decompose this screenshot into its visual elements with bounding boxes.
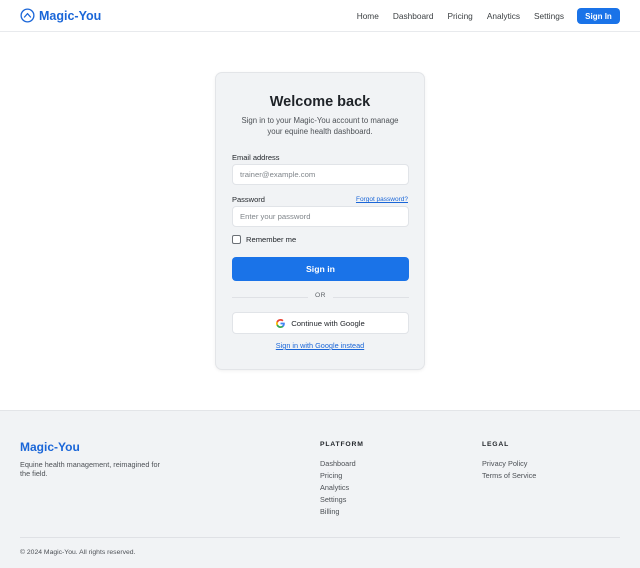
footer-link-pricing[interactable]: Pricing	[320, 471, 364, 483]
main-nav: Home Dashboard Pricing Analytics Setting…	[357, 8, 620, 24]
remember-me-label: Remember me	[246, 235, 297, 244]
footer-copyright: © 2024 Magic-You. All rights reserved.	[20, 549, 136, 556]
footer-legal-heading: LEGAL	[482, 441, 510, 448]
forgot-password-link[interactable]: Forgot password?	[356, 196, 408, 203]
top-nav-bar: Magic-You Home Dashboard Pricing Analyti…	[0, 0, 640, 32]
footer-brand: Magic-You	[20, 440, 80, 454]
remember-me-row[interactable]: Remember me	[232, 235, 296, 244]
nav-link-analytics[interactable]: Analytics	[487, 11, 520, 21]
card-subtitle: Sign in to your Magic-You account to man…	[241, 116, 399, 136]
footer-tagline: Equine health management, reimagined for…	[20, 460, 160, 478]
footer-divider	[20, 537, 620, 538]
continue-with-google-button[interactable]: Continue with Google	[232, 312, 409, 334]
card-title: Welcome back	[269, 94, 371, 110]
divider-line-right	[333, 297, 409, 298]
brand-logo-icon	[20, 8, 35, 23]
sign-in-with-google-link[interactable]: Sign in with Google instead	[216, 341, 424, 350]
site-footer: Magic-You Equine health management, reim…	[0, 410, 640, 568]
header-sign-in-button[interactable]: Sign In	[577, 8, 620, 24]
nav-link-pricing[interactable]: Pricing	[447, 11, 472, 21]
footer-link-analytics[interactable]: Analytics	[320, 483, 364, 495]
footer-link-billing[interactable]: Billing	[320, 507, 364, 519]
email-input[interactable]	[232, 164, 409, 185]
footer-link-dashboard[interactable]: Dashboard	[320, 459, 364, 471]
footer-link-terms-of-service[interactable]: Terms of Service	[482, 471, 536, 483]
password-label: Password	[232, 195, 265, 204]
nav-link-home[interactable]: Home	[357, 11, 379, 21]
footer-platform-column: PLATFORM Dashboard Pricing Analytics Set…	[320, 440, 364, 519]
google-g-icon	[276, 318, 286, 328]
brand-logo-link[interactable]: Magic-You	[20, 8, 101, 23]
footer-legal-links: Privacy Policy Terms of Service	[482, 459, 536, 483]
sign-in-submit-button[interactable]: Sign in	[232, 257, 409, 281]
footer-link-settings[interactable]: Settings	[320, 495, 364, 507]
nav-link-dashboard[interactable]: Dashboard	[393, 11, 434, 21]
footer-link-privacy-policy[interactable]: Privacy Policy	[482, 459, 536, 471]
footer-platform-links: Dashboard Pricing Analytics Settings Bil…	[320, 459, 364, 519]
footer-legal-column: LEGAL Privacy Policy Terms of Service	[482, 440, 536, 483]
remember-me-checkbox[interactable]	[232, 235, 241, 244]
google-button-label: Continue with Google	[291, 318, 365, 328]
nav-link-settings[interactable]: Settings	[534, 11, 564, 21]
sign-in-card: Welcome back Sign in to your Magic-You a…	[215, 72, 425, 370]
footer-platform-heading: PLATFORM	[320, 441, 364, 448]
or-divider: OR	[232, 292, 409, 302]
email-label: Email address	[232, 153, 280, 162]
password-input[interactable]	[232, 206, 409, 227]
brand-name: Magic-You	[39, 8, 102, 23]
